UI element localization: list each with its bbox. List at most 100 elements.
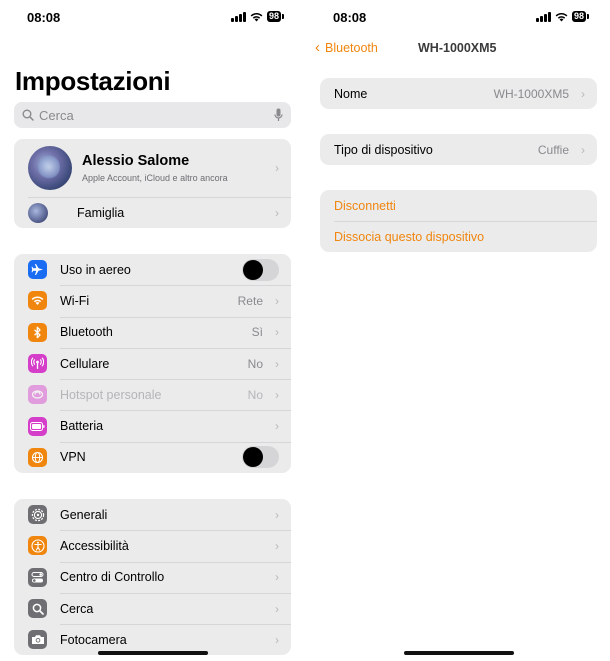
settings-row-label: Generali (60, 507, 108, 522)
search-field[interactable]: Cerca (14, 102, 291, 128)
search-icon (22, 109, 34, 121)
chevron-right-icon: › (275, 356, 279, 371)
wifi-status-icon (250, 12, 263, 22)
toggle-switch[interactable] (242, 258, 279, 281)
device-type-row[interactable]: Tipo di dispositivo Cuffie › (320, 134, 597, 165)
device-name-row[interactable]: Nome WH-1000XM5 › (320, 78, 597, 109)
chevron-right-icon: › (581, 86, 585, 101)
profile-group: Alessio Salome Apple Account, iCloud e a… (14, 139, 291, 228)
chevron-left-icon: ‹ (315, 39, 320, 56)
chevron-right-icon: › (275, 325, 279, 340)
settings-row-bluetooth[interactable]: Bluetooth Sì › (14, 316, 291, 348)
back-label: Bluetooth (325, 40, 378, 55)
settings-row-label: Batteria (60, 419, 104, 434)
battery-icon (28, 416, 47, 436)
accessibility-icon (28, 536, 47, 556)
chevron-right-icon: › (275, 205, 279, 220)
search-placeholder: Cerca (39, 107, 74, 123)
settings-row-batteria[interactable]: Batteria › (14, 410, 291, 441)
settings-row-wi-fi[interactable]: Wi-Fi Rete › (14, 285, 291, 316)
family-row[interactable]: Famiglia › (14, 197, 291, 228)
profile-subtitle: Apple Account, iCloud e altro ancora (82, 173, 228, 183)
forget-device-button[interactable]: Dissocia questo dispositivo (320, 221, 597, 252)
settings-row-centro-di-controllo[interactable]: Centro di Controllo › (14, 561, 291, 593)
chevron-right-icon: › (275, 293, 279, 308)
settings-row-value: Sì (251, 325, 263, 340)
status-bar: 08:08 98 (0, 0, 305, 34)
chevron-right-icon: › (275, 632, 279, 647)
camera-icon (28, 630, 47, 650)
family-avatar (28, 202, 48, 223)
bluetooth-icon (28, 322, 47, 342)
hotspot-icon (28, 385, 47, 405)
navigation-bar: ‹ Bluetooth WH-1000XM5 (305, 38, 610, 60)
disconnect-label: Disconnetti (334, 198, 396, 213)
settings-row-label: Uso in aereo (60, 262, 131, 277)
general-group: Generali › Accessibilità › Centro di Control… (14, 499, 291, 656)
device-type-value: Cuffie (537, 142, 569, 157)
chevron-right-icon: › (275, 419, 279, 434)
settings-row-label: Bluetooth (60, 325, 113, 340)
apple-account-row[interactable]: Alessio Salome Apple Account, iCloud e a… (14, 139, 291, 197)
family-label: Famiglia (77, 205, 125, 220)
toggle-knob (243, 447, 263, 468)
forget-device-label: Dissocia questo dispositivo (334, 229, 485, 244)
chevron-right-icon: › (275, 570, 279, 585)
globe-icon (28, 447, 47, 467)
actions-group: Disconnetti Dissocia questo dispositivo (320, 190, 597, 252)
avatar (28, 146, 72, 190)
settings-row-label: Cerca (60, 601, 94, 616)
chevron-right-icon: › (581, 142, 585, 157)
settings-row-value: Rete (237, 293, 263, 308)
wifi-icon (28, 291, 47, 311)
device-name-label: Nome (334, 86, 368, 101)
gear-icon (28, 505, 47, 525)
cellular-signal-icon (231, 11, 246, 22)
disconnect-button[interactable]: Disconnetti (320, 190, 597, 221)
settings-row-label: Centro di Controllo (60, 570, 165, 585)
settings-row-label: Cellulare (60, 356, 110, 371)
switches-icon (28, 567, 47, 587)
device-type-label: Tipo di dispositivo (334, 142, 433, 157)
settings-row-uso-in-aereo[interactable]: Uso in aereo (14, 254, 291, 285)
toggle-switch[interactable] (242, 446, 279, 469)
search-icon (28, 599, 47, 619)
settings-row-vpn[interactable]: VPN (14, 441, 291, 473)
device-name-value: WH-1000XM5 (493, 86, 569, 101)
battery-status-icon: 98 (267, 11, 285, 22)
settings-row-label: Fotocamera (60, 632, 127, 647)
chevron-right-icon: › (275, 161, 279, 175)
wifi-status-icon (555, 12, 568, 22)
settings-row-label: Hotspot personale (60, 387, 162, 402)
settings-row-label: Wi-Fi (60, 293, 90, 308)
chevron-right-icon: › (275, 601, 279, 616)
airplane-icon (28, 260, 47, 280)
toggle-knob (243, 259, 263, 280)
name-group: Nome WH-1000XM5 › (320, 78, 597, 109)
settings-row-value: No (247, 356, 263, 371)
settings-screen: 08:08 98 Impostazioni Cerca Alessio Salo… (0, 0, 305, 661)
cellular-signal-icon (536, 11, 551, 22)
status-time: 08:08 (333, 10, 367, 25)
settings-row-accessibilita[interactable]: Accessibilità › (14, 530, 291, 561)
connectivity-group: Uso in aereo Wi-Fi Rete › Bluetooth Sì › Cellul… (14, 254, 291, 474)
back-button[interactable]: ‹ Bluetooth (315, 40, 378, 55)
chevron-right-icon: › (275, 538, 279, 553)
antenna-icon (28, 354, 47, 374)
chevron-right-icon: › (275, 507, 279, 522)
status-time: 08:08 (27, 10, 61, 25)
home-indicator (404, 651, 514, 655)
settings-row-generali[interactable]: Generali › (14, 499, 291, 530)
settings-row-cerca[interactable]: Cerca › (14, 592, 291, 624)
microphone-icon[interactable] (274, 108, 283, 122)
settings-row-value: No (247, 387, 263, 402)
settings-row-cellulare[interactable]: Cellulare No › (14, 347, 291, 379)
profile-name: Alessio Salome (82, 153, 190, 169)
chevron-right-icon: › (275, 387, 279, 402)
battery-status-icon: 98 (572, 11, 590, 22)
settings-row-hotspot-personale: Hotspot personale No › (14, 379, 291, 410)
home-indicator (98, 651, 208, 655)
page-title: Impostazioni (15, 66, 171, 96)
nav-title: WH-1000XM5 (418, 41, 497, 55)
bluetooth-device-screen: 08:08 98 ‹ Bluetooth WH-1000XM5 Nome WH-… (305, 0, 610, 661)
